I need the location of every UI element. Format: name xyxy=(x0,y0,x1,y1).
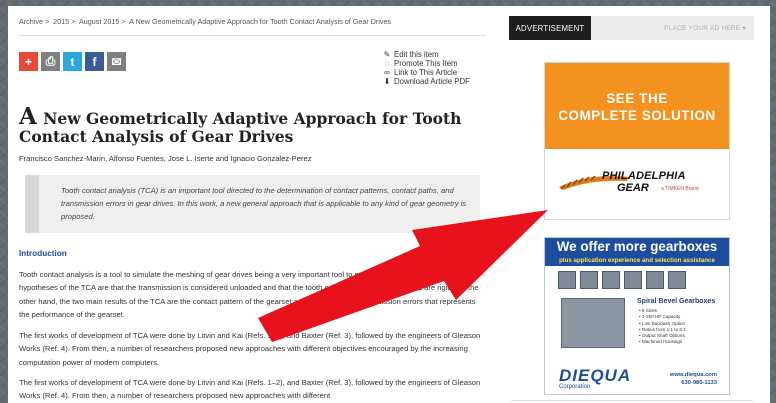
ad-header-bar: ADVERTISEMENT PLACE YOUR AD HERE ▾ xyxy=(509,16,754,40)
spec-item: • Machined Housings xyxy=(639,339,683,345)
download-icon: ⬇ xyxy=(383,77,391,86)
breadcrumb-2015[interactable]: 2015 xyxy=(53,17,69,26)
ad2-contact: www.diequa.com 630-980-1133 xyxy=(670,371,717,387)
section-heading-introduction: Introduction xyxy=(19,249,67,258)
ad-headline: SEE THE COMPLETE SOLUTION xyxy=(545,63,729,149)
link-article-label: Link to This Article xyxy=(394,68,458,77)
ad2-product-title: Spiral Bevel Gearboxes xyxy=(637,298,716,305)
brand-timken: a TIMKEN Brand xyxy=(661,186,699,192)
gearbox-thumb xyxy=(624,271,642,289)
spec-item: • Low Backlash Option xyxy=(639,320,686,326)
gearbox-thumb xyxy=(580,271,598,289)
edit-icon: ✎ xyxy=(383,50,391,59)
promote-icon: ◌ xyxy=(384,59,390,68)
gearbox-thumb xyxy=(602,271,620,289)
twitter-icon[interactable]: t xyxy=(63,52,82,71)
paragraph: Tooth contact analysis is a tool to simu… xyxy=(19,270,479,320)
divider xyxy=(511,400,753,401)
download-pdf-label: Download Article PDF xyxy=(394,77,470,86)
brand-gear: GEAR xyxy=(617,182,649,194)
gearbox-thumb xyxy=(646,271,664,289)
ad2-website: www.diequa.com xyxy=(669,372,717,378)
breadcrumb-archive[interactable]: Archive xyxy=(19,17,43,26)
paragraph: The first works of development of TCA we… xyxy=(19,378,481,401)
breadcrumb: Archive > 2015 > August 2015 > A New Geomet… xyxy=(19,17,391,26)
promote-item-link[interactable]: ◌ Promote This Item xyxy=(383,59,470,68)
facebook-icon[interactable]: f xyxy=(85,52,104,71)
plus-icon[interactable]: + xyxy=(19,52,38,71)
ad-headline-line2: COMPLETE SOLUTION xyxy=(558,108,716,123)
web-page: Archive > 2015 > August 2015 > A New Geomet… xyxy=(8,6,770,403)
ad2-spec-list: • 9 Sizes • 1-250 HP Capacity • Low Back… xyxy=(639,308,686,346)
breadcrumb-separator: > xyxy=(44,17,50,26)
ad2-phone: 630-980-1133 xyxy=(681,380,717,386)
gearbox-thumbnails xyxy=(545,266,729,289)
diequa-corporation: Corporation xyxy=(559,384,591,390)
article-column: Archive > 2015 > August 2015 > A New Geomet… xyxy=(16,6,494,403)
article-title: A New Geometrically Adaptive Approach fo… xyxy=(19,105,489,146)
edit-item-label: Edit this item xyxy=(394,50,439,59)
diequa-ad[interactable]: We offer more gearboxes plus application… xyxy=(544,237,730,395)
gearbox-thumb xyxy=(668,271,686,289)
link-icon: ∞ xyxy=(384,68,390,77)
place-ad-dropdown[interactable]: PLACE YOUR AD HERE ▾ xyxy=(664,24,746,32)
download-pdf-link[interactable]: ⬇ Download Article PDF xyxy=(383,77,470,86)
breadcrumb-separator: > xyxy=(121,17,126,26)
mail-icon[interactable]: ✉ xyxy=(107,52,126,71)
promote-item-label: Promote This Item xyxy=(394,59,458,68)
article-tools: ✎ Edit this item ◌ Promote This Item ∞ Link… xyxy=(383,50,470,86)
article-abstract: Tooth contact analysis (TCA) is an impor… xyxy=(25,175,480,233)
ad-headline-line1: SEE THE xyxy=(606,91,668,106)
breadcrumb-separator: > xyxy=(71,17,76,26)
paragraph: The first works of development of TCA we… xyxy=(19,331,481,367)
gearbox-product-image xyxy=(561,298,625,348)
ad2-headline: We offer more gearboxes xyxy=(545,238,729,256)
edit-item-link[interactable]: ✎ Edit this item xyxy=(383,50,470,59)
title-text: New Geometrically Adaptive Approach for … xyxy=(19,109,462,146)
article-authors: Francisco Sanchez-Marin, Alfonso Fuentes… xyxy=(19,154,312,163)
share-bar: + ⎙ t f ✉ xyxy=(19,52,126,71)
link-article-link[interactable]: ∞ Link to This Article xyxy=(383,68,470,77)
diequa-logo: DIEQUA xyxy=(559,366,632,385)
title-initial: A xyxy=(19,103,37,130)
gearbox-thumb xyxy=(558,271,576,289)
print-icon[interactable]: ⎙ xyxy=(41,52,60,71)
ad2-subheadline: plus application experience and selectio… xyxy=(545,256,729,266)
brand-philadelphia: PHILADELPHIA xyxy=(602,170,686,182)
divider xyxy=(19,35,486,36)
breadcrumb-current: A New Geometrically Adaptive Approach fo… xyxy=(129,17,392,26)
spec-item: • 1-250 HP Capacity xyxy=(639,314,681,320)
advertisement-tab[interactable]: ADVERTISEMENT xyxy=(509,16,591,40)
sidebar: ADVERTISEMENT PLACE YOUR AD HERE ▾ SEE T… xyxy=(509,16,754,403)
philadelphia-gear-ad[interactable]: SEE THE COMPLETE SOLUTION PHILADELPHIA G… xyxy=(544,62,730,220)
breadcrumb-august-2015[interactable]: August 2015 xyxy=(79,17,119,26)
